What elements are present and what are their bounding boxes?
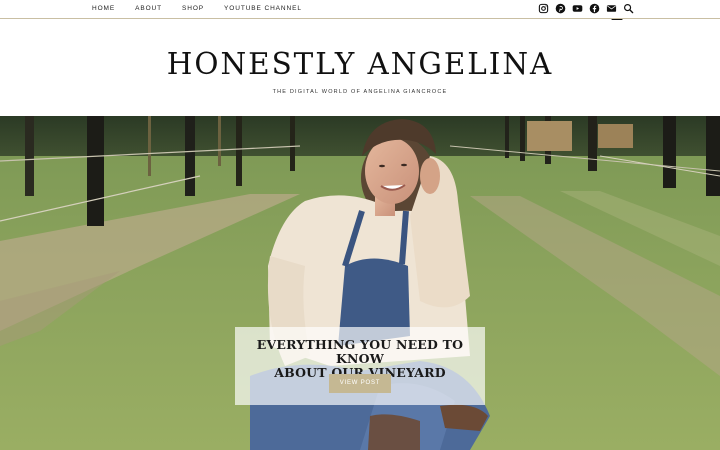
site-tagline: THE DIGITAL WORLD OF ANGELINA GIANCROCE xyxy=(272,89,448,95)
view-post-button[interactable]: VIEW POST xyxy=(329,374,391,393)
email-icon[interactable] xyxy=(606,3,617,14)
featured-post-hero[interactable]: EVERYTHING YOU NEED TO KNOW ABOUT OUR VI… xyxy=(0,116,720,450)
facebook-icon[interactable] xyxy=(589,3,600,14)
featured-post-card: EVERYTHING YOU NEED TO KNOW ABOUT OUR VI… xyxy=(235,327,485,405)
top-navigation-bar: HOME ABOUT SHOP YOUTUBE CHANNEL xyxy=(0,0,720,19)
pinterest-icon[interactable] xyxy=(555,3,566,14)
instagram-icon[interactable] xyxy=(538,3,549,14)
featured-post-title-line1[interactable]: EVERYTHING YOU NEED TO KNOW xyxy=(257,337,463,366)
nav-home[interactable]: HOME xyxy=(92,5,115,12)
social-links xyxy=(538,3,634,14)
main-menu: HOME ABOUT SHOP YOUTUBE CHANNEL xyxy=(92,5,322,12)
nav-youtube-channel[interactable]: YOUTUBE CHANNEL xyxy=(224,5,302,12)
youtube-icon[interactable] xyxy=(572,3,583,14)
site-header: HONESTLY ANGELINA THE DIGITAL WORLD OF A… xyxy=(0,20,720,116)
nav-shop[interactable]: SHOP xyxy=(182,5,204,12)
search-icon[interactable] xyxy=(623,3,634,14)
site-title[interactable]: HONESTLY ANGELINA xyxy=(7,50,713,80)
nav-about[interactable]: ABOUT xyxy=(135,5,162,12)
